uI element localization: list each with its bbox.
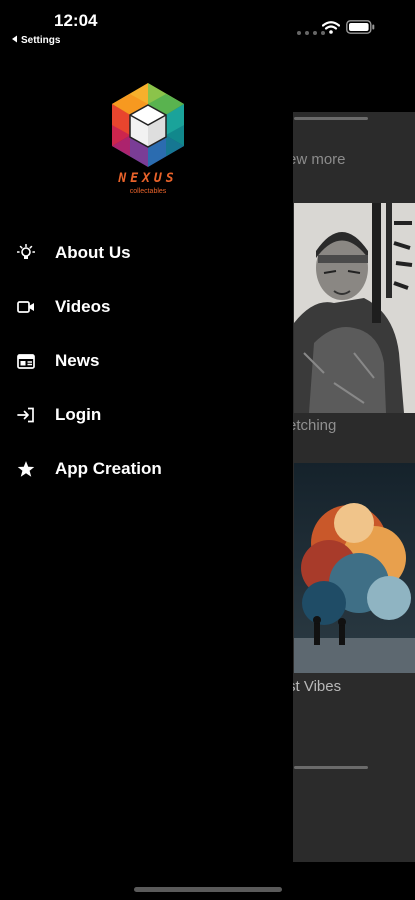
menu-item-login[interactable]: Login: [0, 388, 293, 442]
menu-item-label: News: [55, 351, 100, 370]
menu-item-label: Videos: [55, 297, 111, 316]
back-arrow-icon: [11, 35, 18, 46]
menu-item-about-us[interactable]: About Us: [0, 226, 293, 280]
login-icon: [16, 405, 36, 425]
back-to-settings[interactable]: Settings: [11, 35, 60, 46]
cellular-signal-icon: [297, 31, 325, 35]
nexus-logo[interactable]: NEXUS collectables: [108, 81, 188, 199]
background-divider: [294, 117, 368, 120]
status-icons: [321, 20, 376, 39]
newspaper-icon: [16, 351, 36, 371]
wifi-icon: [321, 20, 341, 39]
navigation-drawer: NEXUS collectables About Us Videos News …: [0, 0, 293, 900]
menu-item-app-creation[interactable]: App Creation: [0, 442, 293, 496]
battery-icon: [346, 20, 376, 39]
brand-name: NEXUS: [118, 171, 178, 186]
card-caption: etching: [288, 417, 337, 434]
drawer-menu: About Us Videos News Login App Creation: [0, 226, 293, 496]
status-time: 12:04: [54, 11, 98, 30]
back-label: Settings: [21, 35, 61, 46]
menu-item-videos[interactable]: Videos: [0, 280, 293, 334]
lightbulb-icon: [16, 243, 36, 263]
star-icon: [16, 459, 36, 479]
view-more-link[interactable]: ew more: [288, 151, 346, 168]
card-caption: st Vibes: [288, 678, 342, 695]
menu-item-label: About Us: [55, 243, 131, 262]
hexagon-cube-logo-icon: [112, 83, 184, 167]
card-image-vibes[interactable]: [294, 463, 415, 673]
background-divider: [294, 766, 368, 769]
menu-item-label: App Creation: [55, 459, 162, 478]
video-camera-icon: [16, 297, 36, 317]
menu-item-label: Login: [55, 405, 102, 424]
brand-tagline: collectables: [129, 188, 167, 195]
card-image-sketching[interactable]: [294, 203, 415, 413]
menu-item-news[interactable]: News: [0, 334, 293, 388]
home-indicator[interactable]: [134, 887, 282, 892]
